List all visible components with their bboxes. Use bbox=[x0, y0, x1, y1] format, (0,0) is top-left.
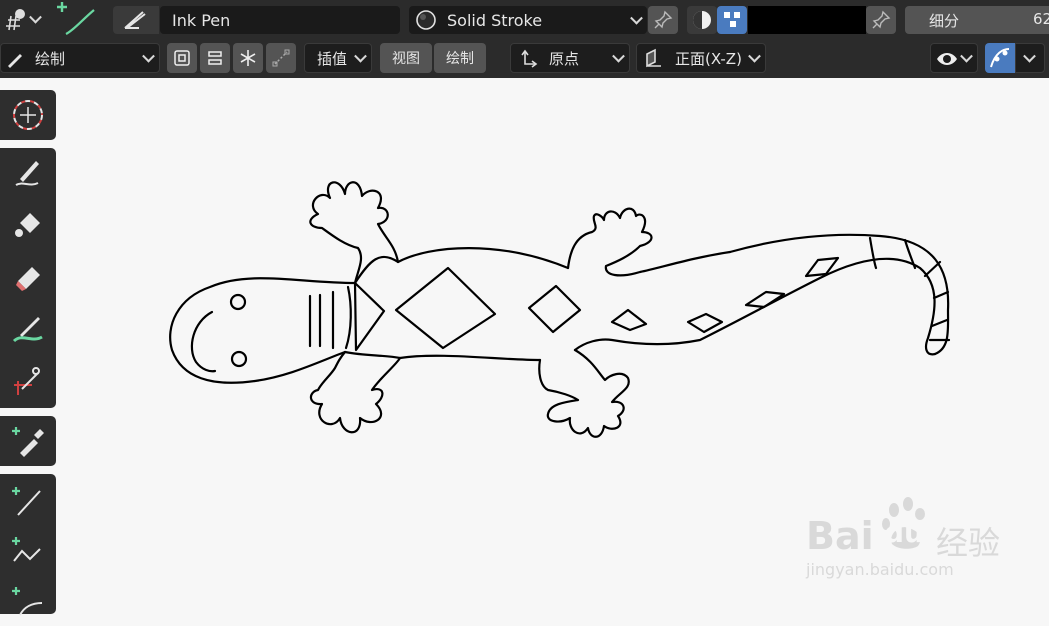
pin-icon bbox=[654, 10, 673, 29]
overlay-menu[interactable] bbox=[1015, 43, 1045, 73]
visibility-eye-icon bbox=[937, 53, 957, 65]
subdivide-slider[interactable]: 细分 62 bbox=[905, 6, 1049, 34]
overlay-toggle[interactable] bbox=[985, 43, 1015, 73]
material-name: Solid Stroke bbox=[447, 10, 543, 30]
vertex-color-toggle[interactable] bbox=[687, 6, 717, 34]
mode-selector[interactable]: 绘制 bbox=[0, 43, 160, 73]
multiframe-button[interactable] bbox=[167, 43, 197, 73]
interpolate-menu[interactable]: 插值 bbox=[304, 43, 372, 73]
snowflake-button[interactable] bbox=[233, 43, 263, 73]
header-bar: Ink Pen Solid Stroke 细分 62 bbox=[0, 0, 1049, 38]
pen-brush-icon bbox=[124, 11, 146, 29]
gecko-front-upper-leg bbox=[309, 181, 400, 285]
gecko-neck-triangle bbox=[353, 281, 386, 352]
subdivide-label: 细分 bbox=[929, 12, 960, 30]
gpencil-object-icon bbox=[6, 9, 25, 31]
orientation-label: 正面(X-Z) bbox=[675, 49, 742, 68]
subdivide-value: 62 bbox=[1033, 10, 1049, 28]
brush-name-field[interactable]: Ink Pen bbox=[160, 6, 400, 34]
stroke-snap-button[interactable] bbox=[266, 43, 296, 73]
mode-label: 绘制 bbox=[35, 49, 66, 68]
tab-draw[interactable]: 绘制 bbox=[434, 43, 486, 73]
snowflake-icon bbox=[240, 50, 256, 66]
gecko-eye-bottom bbox=[230, 350, 248, 368]
dotted-stroke-icon bbox=[272, 49, 290, 67]
add-stroke-icon bbox=[57, 2, 95, 35]
draw-mode-icon bbox=[8, 54, 22, 68]
visibility-menu[interactable] bbox=[930, 43, 978, 73]
gecko-eye-top bbox=[229, 293, 247, 311]
watermark-cn: 经验 bbox=[936, 524, 1001, 562]
pin-material-button[interactable] bbox=[648, 6, 678, 34]
watermark: Bai du 经验 jingyan.baidu.com bbox=[806, 494, 1046, 584]
gecko-front-lower-leg bbox=[309, 350, 402, 434]
watermark-brand: Bai bbox=[806, 514, 874, 558]
gecko-tail-stripes bbox=[868, 236, 951, 342]
add-stroke-button[interactable] bbox=[52, 0, 102, 38]
vertex-paint-icon bbox=[724, 12, 740, 27]
tool-settings-bar: 绘制 插值 视图 绘制 原点 正面(X-Z) bbox=[0, 38, 1049, 78]
orientation-selector[interactable]: 正面(X-Z) bbox=[636, 43, 766, 73]
object-mode-selector[interactable] bbox=[2, 6, 42, 32]
watermark-brand2: du bbox=[884, 516, 924, 549]
layer-lock-button[interactable] bbox=[200, 43, 230, 73]
multiframe-icon bbox=[174, 50, 190, 66]
gecko-back-lower-leg bbox=[538, 348, 630, 438]
brush-name: Ink Pen bbox=[172, 10, 231, 30]
tab-view[interactable]: 视图 bbox=[380, 43, 432, 73]
pin-color-button[interactable] bbox=[866, 6, 896, 34]
color-mode-icon bbox=[693, 11, 711, 29]
origin-selector[interactable]: 原点 bbox=[510, 43, 630, 73]
origin-axes-icon bbox=[521, 49, 538, 68]
front-plane-icon bbox=[646, 48, 661, 68]
material-selector[interactable]: Solid Stroke bbox=[409, 6, 647, 34]
gecko-diamond-3 bbox=[610, 308, 648, 332]
gecko-diamond-4 bbox=[686, 312, 724, 334]
origin-label: 原点 bbox=[549, 49, 580, 68]
gecko-diamond-2 bbox=[527, 284, 582, 334]
tab-draw-label: 绘制 bbox=[446, 51, 474, 67]
color-attribute-toggle[interactable] bbox=[717, 6, 747, 34]
watermark-url: jingyan.baidu.com bbox=[806, 560, 954, 579]
gecko-mouth bbox=[190, 310, 217, 373]
gecko-head bbox=[169, 277, 357, 384]
tab-view-label: 视图 bbox=[392, 51, 420, 67]
gecko-body-bottom bbox=[343, 350, 542, 362]
color-swatch[interactable] bbox=[748, 6, 866, 34]
interpolate-label: 插值 bbox=[317, 49, 348, 68]
overlay-icon bbox=[990, 48, 1010, 68]
gecko-neck-stripes bbox=[308, 285, 352, 350]
material-sphere-icon bbox=[416, 10, 436, 30]
pin-icon bbox=[872, 10, 891, 29]
lock-layers-icon bbox=[208, 51, 222, 65]
gecko-diamond-1 bbox=[394, 266, 497, 350]
gecko-diamond-6 bbox=[804, 256, 840, 278]
gecko-back-upper-leg bbox=[566, 207, 732, 277]
gecko-body-top bbox=[353, 247, 570, 285]
brush-icon-button[interactable] bbox=[113, 6, 159, 34]
